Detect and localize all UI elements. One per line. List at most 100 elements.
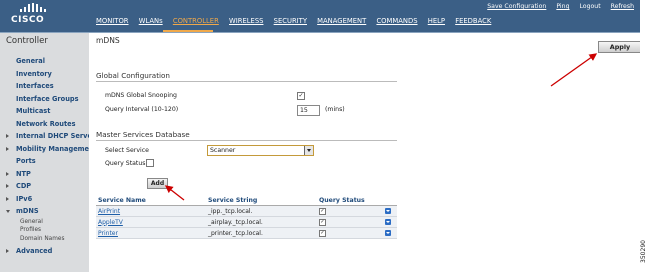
add-button[interactable]: Add bbox=[147, 178, 168, 189]
sidebar-item-label: IPv6 bbox=[16, 194, 33, 203]
nav-commands[interactable]: COMMANDS bbox=[376, 17, 417, 25]
top-bar: CISCO Save Configuration Ping Logout Ref… bbox=[0, 0, 640, 33]
sidebar-item-ports[interactable]: Ports bbox=[6, 155, 97, 168]
service-name-link[interactable]: AirPrint bbox=[96, 205, 206, 217]
row-query-status-checkbox[interactable]: ✓ bbox=[319, 207, 326, 215]
save-configuration-link[interactable]: Save Configuration bbox=[487, 3, 546, 10]
query-status-label: Query Status bbox=[105, 160, 146, 167]
expand-arrow-icon bbox=[6, 134, 9, 138]
active-nav-underline bbox=[163, 30, 213, 32]
nav-controller[interactable]: CONTROLLER bbox=[173, 17, 219, 25]
query-status-checkbox[interactable] bbox=[146, 159, 154, 167]
collapse-arrow-icon bbox=[6, 210, 10, 213]
sidebar-item-multicast[interactable]: Multicast bbox=[6, 105, 97, 118]
service-string-cell: _ipp._tcp.local. bbox=[206, 205, 317, 217]
expand-arrow-icon bbox=[6, 171, 9, 176]
sidebar-item-advanced[interactable]: Advanced bbox=[6, 245, 97, 258]
sidebar-item-label: Interface Groups bbox=[16, 94, 79, 103]
query-interval-unit: (mins) bbox=[325, 106, 345, 113]
refresh-link[interactable]: Refresh bbox=[611, 3, 634, 10]
sidebar-item-interface-groups[interactable]: Interface Groups bbox=[6, 93, 97, 106]
sidebar-item-mdns[interactable]: mDNS bbox=[6, 205, 97, 218]
sidebar-item-label: General bbox=[16, 57, 46, 65]
row-query-status-checkbox[interactable]: ✓ bbox=[319, 218, 326, 226]
sidebar-item-cdp[interactable]: CDP bbox=[6, 180, 97, 193]
sidebar-item-label: Interfaces bbox=[16, 82, 54, 90]
sidebar-item-label: Inventory bbox=[16, 69, 52, 78]
table-row: AirPrint _ipp._tcp.local. ✓ bbox=[96, 205, 397, 217]
sidebar-item-general[interactable]: General bbox=[6, 55, 97, 68]
sidebar-item-ipv6[interactable]: IPv6 bbox=[6, 193, 97, 206]
sidebar-item-interfaces[interactable]: Interfaces bbox=[6, 80, 97, 93]
snooping-label: mDNS Global Snooping bbox=[105, 92, 177, 99]
column-header-query-status: Query Status bbox=[317, 196, 383, 206]
figure-id: 350290 bbox=[640, 236, 654, 266]
sidebar-item-label: Internal DHCP Server bbox=[16, 132, 96, 140]
nav-security[interactable]: SECURITY bbox=[274, 17, 307, 25]
query-status-cell: ✓ bbox=[317, 216, 383, 228]
section-divider bbox=[96, 140, 397, 141]
cisco-logo: CISCO bbox=[8, 3, 58, 27]
sidebar-item-inventory[interactable]: Inventory bbox=[6, 68, 97, 81]
cisco-logo-text: CISCO bbox=[11, 15, 45, 25]
main-nav: MONITOR WLANs CONTROLLER WIRELESS SECURI… bbox=[96, 17, 499, 25]
table-header-row: Service Name Service String Query Status bbox=[96, 196, 397, 206]
sidebar-item-label: mDNS bbox=[16, 207, 39, 215]
column-header-service-name: Service Name bbox=[96, 196, 206, 206]
expand-arrow-icon bbox=[6, 146, 9, 151]
sidebar-item-label: Advanced bbox=[16, 247, 53, 255]
sidebar-subitem-general[interactable]: General bbox=[6, 218, 97, 227]
service-select[interactable]: Scanner bbox=[207, 145, 314, 156]
sidebar-item-label: Ports bbox=[16, 157, 36, 165]
sidebar-item-label: Network Routes bbox=[16, 119, 76, 128]
column-header-actions bbox=[383, 196, 397, 206]
dropdown-arrow-icon[interactable] bbox=[385, 208, 391, 214]
dropdown-arrow-icon[interactable] bbox=[385, 219, 391, 225]
row-actions-cell bbox=[383, 216, 397, 228]
top-links: Save Configuration Ping Logout Refresh bbox=[479, 3, 634, 10]
master-services-title: Master Services Database bbox=[96, 130, 190, 139]
service-name-link[interactable]: Printer bbox=[96, 227, 206, 239]
service-string-cell: _printer._tcp.local. bbox=[206, 227, 317, 239]
column-header-service-string: Service String bbox=[206, 196, 317, 206]
sidebar-subitem-domain-names[interactable]: Domain Names bbox=[6, 235, 97, 244]
sidebar-item-internal-dhcp-server[interactable]: Internal DHCP Server bbox=[6, 130, 97, 143]
query-interval-label: Query Interval (10-120) bbox=[105, 106, 179, 113]
sidebar-item-mobility-management[interactable]: Mobility Management bbox=[6, 143, 97, 156]
sidebar-item-label: NTP bbox=[16, 169, 31, 178]
figure-id-text: 350290 bbox=[639, 240, 647, 263]
apply-button[interactable]: Apply bbox=[598, 41, 642, 53]
service-string-cell: _airplay._tcp.local. bbox=[206, 216, 317, 228]
page-title: mDNS bbox=[96, 36, 120, 45]
nav-wlans[interactable]: WLANs bbox=[139, 17, 163, 25]
chevron-down-icon[interactable] bbox=[304, 146, 313, 155]
expand-arrow-icon bbox=[6, 196, 9, 201]
sidebar-item-network-routes[interactable]: Network Routes bbox=[6, 118, 97, 131]
sidebar-item-label: CDP bbox=[16, 182, 32, 190]
sidebar-subitem-profiles[interactable]: Profiles bbox=[6, 226, 97, 235]
query-status-cell: ✓ bbox=[317, 205, 383, 217]
sidebar: Controller General Inventory Interfaces … bbox=[0, 33, 97, 272]
nav-feedback[interactable]: FEEDBACK bbox=[455, 17, 491, 25]
select-service-label: Select Service bbox=[105, 147, 149, 154]
expand-arrow-icon bbox=[6, 184, 9, 188]
sidebar-item-ntp[interactable]: NTP bbox=[6, 168, 97, 181]
service-name-link[interactable]: AppleTV bbox=[96, 216, 206, 228]
service-select-value: Scanner bbox=[210, 147, 236, 154]
main-content: mDNS Apply Global Configuration mDNS Glo… bbox=[89, 33, 642, 272]
nav-monitor[interactable]: MONITOR bbox=[96, 17, 129, 25]
logout-link[interactable]: Logout bbox=[579, 3, 600, 10]
sidebar-title: Controller bbox=[6, 36, 48, 46]
dropdown-arrow-icon[interactable] bbox=[385, 230, 391, 236]
figure-margin bbox=[640, 0, 654, 272]
table-row: Printer _printer._tcp.local. ✓ bbox=[96, 227, 397, 239]
expand-arrow-icon bbox=[6, 249, 9, 253]
nav-management[interactable]: MANAGEMENT bbox=[317, 17, 366, 25]
row-query-status-checkbox[interactable]: ✓ bbox=[319, 229, 326, 237]
snooping-checkbox[interactable]: ✓ bbox=[297, 92, 305, 100]
nav-help[interactable]: HELP bbox=[428, 17, 445, 25]
query-interval-input[interactable]: 15 bbox=[297, 105, 320, 116]
section-divider bbox=[96, 81, 397, 82]
nav-wireless[interactable]: WIRELESS bbox=[229, 17, 263, 25]
ping-link[interactable]: Ping bbox=[556, 3, 569, 10]
